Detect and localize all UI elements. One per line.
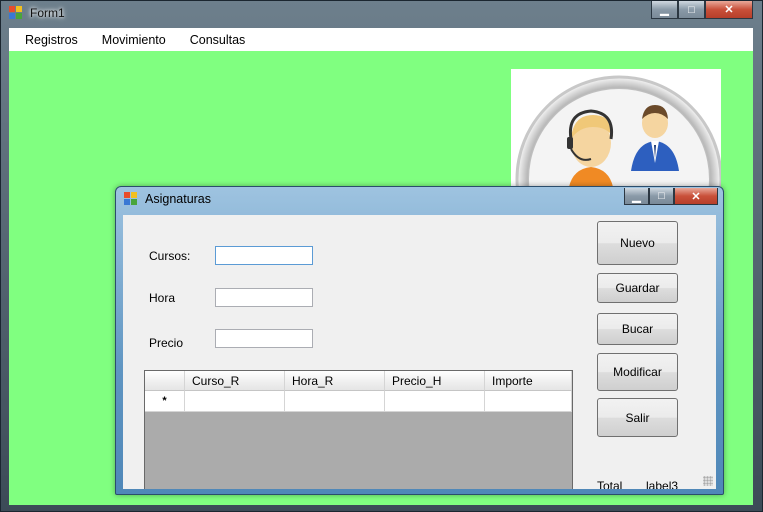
salir-button[interactable]: Salir: [597, 398, 678, 437]
total-value-label: label3: [646, 479, 679, 489]
support-agents-picture: [511, 69, 721, 189]
column-header-importe[interactable]: Importe: [485, 371, 572, 391]
app-form-icon: [124, 192, 138, 206]
minimize-icon[interactable]: ▁: [651, 1, 678, 19]
hora-label: Hora: [149, 291, 176, 305]
grid-cell-curso-r[interactable]: [185, 391, 285, 412]
grid-corner-header[interactable]: [145, 371, 185, 391]
close-icon[interactable]: ✕: [674, 188, 718, 205]
guardar-button[interactable]: Guardar: [597, 273, 678, 303]
column-header-curso-r[interactable]: Curso_R: [185, 371, 285, 391]
asignaturas-title: Asignaturas: [145, 192, 212, 206]
maximize-icon[interactable]: □: [649, 188, 674, 205]
main-window-titlebar: Form1: [9, 4, 65, 22]
column-header-hora-r[interactable]: Hora_R: [285, 371, 385, 391]
column-header-precio-h[interactable]: Precio_H: [385, 371, 485, 391]
nuevo-button[interactable]: Nuevo: [597, 221, 678, 265]
precio-label: Precio: [149, 336, 184, 350]
menu-item-registros[interactable]: Registros: [17, 33, 86, 47]
grid-cell-importe[interactable]: [485, 391, 572, 412]
modificar-button[interactable]: Modificar: [597, 353, 678, 391]
asignaturas-titlebar: Asignaturas: [124, 192, 211, 206]
hora-input[interactable]: [215, 288, 313, 307]
asignaturas-client-area: Cursos: Hora Precio Nuevo Guardar Bucar …: [123, 215, 716, 489]
grid-header: Curso_R Hora_R Precio_H Importe: [145, 371, 572, 391]
asignaturas-caption-buttons: ▁ □ ✕: [624, 188, 718, 205]
close-icon[interactable]: ✕: [705, 1, 753, 19]
support-agents-icon: [515, 75, 721, 189]
grid-new-row[interactable]: *: [145, 391, 572, 412]
bucar-button[interactable]: Bucar: [597, 313, 678, 345]
minimize-icon[interactable]: ▁: [624, 188, 649, 205]
total-label: Total: [597, 479, 623, 489]
cursos-label: Cursos:: [149, 249, 191, 263]
resize-grip-icon[interactable]: [703, 476, 713, 486]
main-window-title: Form1: [30, 6, 65, 20]
main-window-caption-buttons: ▁ □ ✕: [651, 1, 753, 19]
precio-input[interactable]: [215, 329, 313, 348]
cursos-input[interactable]: [215, 246, 313, 265]
grid-cell-hora-r[interactable]: [285, 391, 385, 412]
asignaturas-window: Asignaturas ▁ □ ✕ Cursos: Hora Precio Nu…: [115, 186, 724, 495]
app-form-icon: [9, 6, 23, 20]
maximize-icon[interactable]: □: [678, 1, 705, 19]
new-row-marker[interactable]: *: [145, 391, 185, 412]
asignaturas-grid[interactable]: Curso_R Hora_R Precio_H Importe *: [144, 370, 573, 489]
menu-item-consultas[interactable]: Consultas: [182, 33, 254, 47]
grid-cell-precio-h[interactable]: [385, 391, 485, 412]
menu-bar: Registros Movimiento Consultas: [9, 28, 753, 51]
menu-item-movimiento[interactable]: Movimiento: [94, 33, 174, 47]
